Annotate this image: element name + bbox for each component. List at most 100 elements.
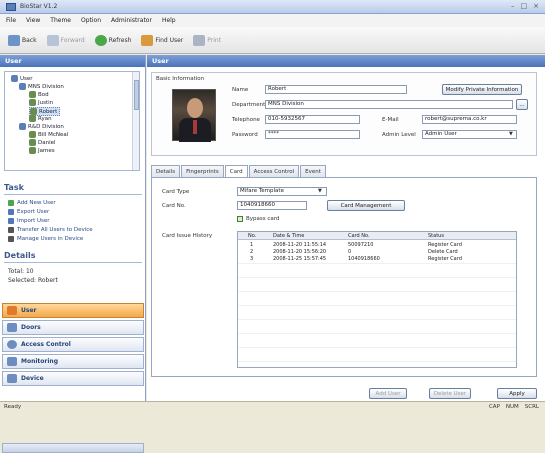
refresh-button[interactable]: Refresh (92, 32, 135, 48)
nav-monitoring[interactable]: Monitoring (2, 354, 144, 369)
menu-administrator[interactable]: Administrator (111, 17, 152, 24)
nav-overflow-bar[interactable] (2, 443, 144, 453)
row-card: 0 (348, 249, 352, 255)
tree-item-root[interactable]: User (11, 75, 33, 82)
task-export-user[interactable]: Export User (8, 209, 49, 215)
find-user-button[interactable]: Find User (138, 32, 186, 48)
chevron-down-icon: ▼ (509, 131, 513, 137)
tree-scrollbar[interactable] (132, 72, 139, 170)
export-icon (8, 209, 14, 215)
back-arrow-icon (8, 34, 20, 46)
menu-view[interactable]: View (26, 17, 40, 24)
card-issue-history-table[interactable]: No. Date & Time Card No. Status 1 2008-1… (237, 231, 517, 368)
col-datetime[interactable]: Date & Time (273, 233, 304, 239)
apply-button[interactable]: Apply (497, 388, 537, 399)
row-status: Register Card (428, 242, 462, 248)
maximize-button[interactable]: □ (521, 2, 528, 10)
back-button[interactable]: Back (5, 32, 40, 48)
col-no[interactable]: No. (248, 233, 256, 239)
admin-level-select[interactable]: Admin User (422, 130, 517, 139)
task-transfer-users[interactable]: Transfer All Users to Device (8, 227, 93, 233)
nav-access-control[interactable]: Access Control (2, 337, 144, 352)
bypass-card-checkbox[interactable] (237, 216, 243, 222)
door-icon (7, 323, 17, 332)
col-status[interactable]: Status (428, 233, 444, 239)
close-button[interactable]: × (533, 2, 539, 10)
tree-item-user[interactable]: Daniel (29, 139, 56, 146)
tree-item-user[interactable]: Ryan (29, 115, 52, 122)
tree-item-user[interactable]: James (29, 147, 55, 154)
basic-information-group: Basic Information Name Robert Modify Pri… (151, 72, 537, 156)
tab-event[interactable]: Event (300, 165, 326, 177)
chevron-down-icon: ▼ (318, 188, 322, 194)
tab-details[interactable]: Details (151, 165, 181, 177)
card-issue-history-label: Card Issue History (162, 233, 213, 239)
nav-label: Device (21, 375, 44, 382)
tree-item-user[interactable]: Bill McNeal (29, 131, 68, 138)
card-no-field[interactable]: 1040918660 (237, 201, 307, 210)
telephone-field[interactable]: 010-5932567 (265, 115, 360, 124)
password-field[interactable]: **** (265, 130, 360, 139)
minimize-button[interactable]: – (511, 2, 515, 10)
add-user-button[interactable]: Add User (369, 388, 407, 399)
nav-label: Doors (21, 324, 41, 331)
col-card-no[interactable]: Card No. (348, 233, 370, 239)
row-no: 2 (250, 249, 254, 255)
task-label: Manage Users in Device (17, 236, 84, 242)
nav-label: User (21, 307, 37, 314)
forward-label: Forward (60, 36, 85, 44)
task-manage-users[interactable]: Manage Users in Device (8, 236, 83, 242)
password-label: Password (232, 132, 258, 138)
delete-user-button[interactable]: Delete User (429, 388, 471, 399)
nav-label: Access Control (21, 341, 71, 348)
department-field[interactable]: MNS Division (265, 100, 513, 109)
card-management-button[interactable]: Card Management (327, 200, 405, 211)
user-tree[interactable]: User MNS Division Bod Justin Robert Ryan… (4, 71, 140, 171)
nav-doors[interactable]: Doors (2, 320, 144, 335)
row-datetime: 2008-11-20 11:55:14 (273, 242, 327, 248)
monitoring-icon (7, 357, 17, 366)
modify-private-info-button[interactable]: Modify Private Information (442, 84, 522, 95)
task-label: Import User (17, 218, 50, 224)
group-icon (19, 123, 26, 130)
forward-button[interactable]: Forward (44, 32, 88, 48)
user-icon (29, 115, 36, 122)
status-bar: Ready CAP NUM SCRL (0, 401, 545, 412)
task-import-user[interactable]: Import User (8, 218, 50, 224)
user-icon (30, 108, 37, 115)
task-section-title: Task (4, 183, 142, 195)
card-type-select[interactable]: Mifare Template (237, 187, 327, 196)
nav-device[interactable]: Device (2, 371, 144, 386)
task-add-new-user[interactable]: Add New User (8, 200, 56, 206)
row-no: 3 (250, 256, 254, 262)
status-text: Ready (4, 404, 22, 410)
name-label: Name (232, 87, 249, 93)
tab-fingerprints[interactable]: Fingerprints (181, 165, 224, 177)
menu-option[interactable]: Option (81, 17, 101, 24)
row-datetime: 2008-11-20 15:56:20 (273, 249, 327, 255)
users-icon (11, 75, 18, 82)
tree-item-division[interactable]: MNS Division (19, 83, 64, 90)
user-photo[interactable] (172, 89, 216, 142)
nav-user[interactable]: User (2, 303, 144, 318)
tree-item-label: Daniel (38, 139, 56, 146)
tree-item-division[interactable]: R&D Division (19, 123, 64, 130)
refresh-icon (94, 34, 107, 46)
window-title: BioStar V1.2 (20, 3, 58, 10)
import-icon (8, 218, 14, 224)
menu-theme[interactable]: Theme (50, 17, 71, 24)
telephone-label: Telephone (232, 117, 260, 123)
email-field[interactable]: robert@suprema.co.kr (422, 115, 517, 124)
scrollbar-thumb[interactable] (134, 80, 139, 110)
tab-access-control[interactable]: Access Control (248, 165, 300, 177)
table-divider (238, 347, 516, 348)
nav-label: Monitoring (21, 358, 58, 365)
print-button[interactable]: Print (190, 32, 224, 48)
task-label: Export User (17, 209, 50, 215)
tree-item-user[interactable]: Justin (29, 99, 53, 106)
menu-help[interactable]: Help (162, 17, 176, 24)
tree-item-user[interactable]: Bod (29, 91, 49, 98)
name-field[interactable]: Robert (265, 85, 407, 94)
menu-file[interactable]: File (6, 17, 16, 24)
department-browse-button[interactable]: ... (516, 99, 528, 110)
